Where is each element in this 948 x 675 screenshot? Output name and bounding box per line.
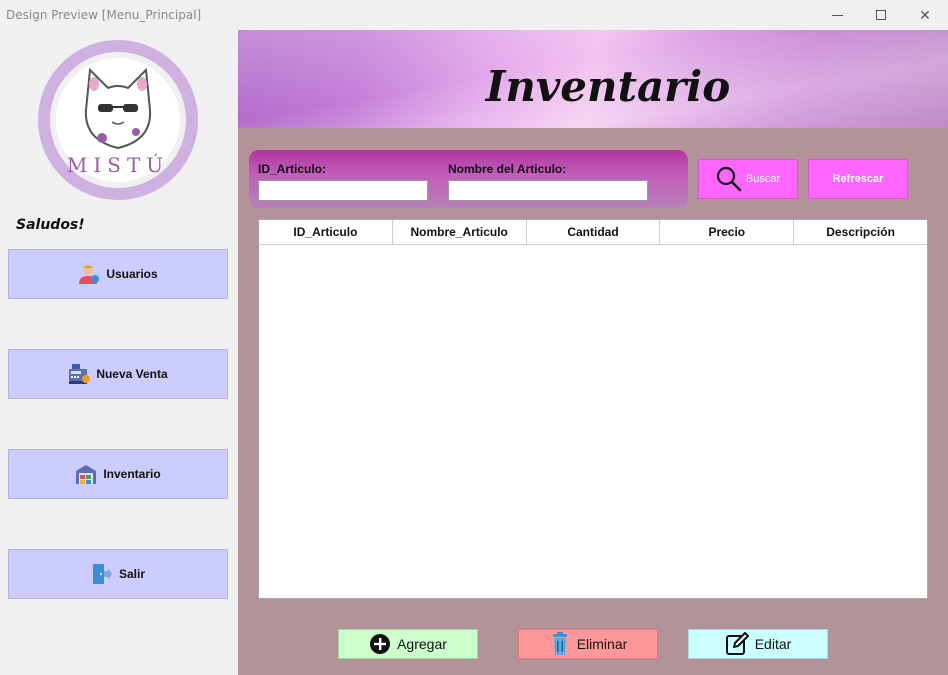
minimize-icon bbox=[831, 14, 843, 16]
sidebar-item-salir[interactable]: Salir bbox=[8, 549, 228, 599]
maximize-icon bbox=[876, 10, 886, 20]
trash-icon bbox=[552, 632, 567, 655]
inventory-table[interactable]: ID_Articulo Nombre_Articulo Cantidad Pre… bbox=[258, 219, 928, 599]
column-header-cantidad[interactable]: Cantidad bbox=[527, 220, 661, 244]
exit-door-icon bbox=[92, 564, 112, 584]
warehouse-icon bbox=[76, 465, 97, 484]
close-icon: ✕ bbox=[919, 6, 931, 23]
sidebar-item-label: Nueva Venta bbox=[96, 367, 168, 381]
sidebar-item-nueva-venta[interactable]: Nueva Venta bbox=[8, 349, 228, 399]
id-articulo-label: ID_Articulo: bbox=[258, 162, 327, 176]
search-icon bbox=[716, 166, 742, 192]
buscar-label: Buscar bbox=[745, 173, 781, 185]
editar-label: Editar bbox=[754, 636, 792, 652]
cash-register-icon bbox=[69, 364, 91, 384]
column-header-id-articulo[interactable]: ID_Articulo bbox=[259, 220, 393, 244]
user-icon bbox=[79, 265, 100, 284]
sidebar-item-inventario[interactable]: Inventario bbox=[8, 449, 228, 499]
sidebar-item-usuarios[interactable]: Usuarios bbox=[8, 249, 228, 299]
header-banner: Inventario bbox=[238, 30, 948, 128]
column-header-precio[interactable]: Precio bbox=[660, 220, 795, 244]
agregar-label: Agregar bbox=[397, 636, 447, 652]
sidebar-item-label: Inventario bbox=[103, 467, 161, 481]
window-title: Design Preview [Menu_Principal] bbox=[6, 8, 202, 22]
nombre-articulo-label: Nombre del Articulo: bbox=[448, 162, 567, 176]
svg-text:MISTÚ: MISTÚ bbox=[67, 152, 169, 177]
page-title: Inventario bbox=[485, 62, 731, 111]
editar-button[interactable]: Editar bbox=[688, 629, 828, 659]
search-panel: ID_Articulo: Nombre del Articulo: bbox=[249, 150, 688, 208]
nombre-articulo-input[interactable] bbox=[448, 180, 648, 201]
minimize-button[interactable] bbox=[815, 0, 859, 30]
edit-icon bbox=[725, 632, 749, 655]
refrescar-button[interactable]: Refrescar bbox=[808, 159, 908, 199]
table-header: ID_Articulo Nombre_Articulo Cantidad Pre… bbox=[259, 220, 927, 245]
refrescar-label: Refrescar bbox=[832, 173, 884, 185]
main-panel: Inventario ID_Articulo: Nombre del Artic… bbox=[238, 30, 948, 675]
maximize-button[interactable] bbox=[859, 0, 903, 30]
column-header-nombre-articulo[interactable]: Nombre_Articulo bbox=[393, 220, 527, 244]
greeting-label: Saludos! bbox=[16, 217, 85, 233]
add-circle-icon bbox=[370, 634, 391, 654]
sidebar-item-label: Usuarios bbox=[106, 267, 158, 281]
buscar-button[interactable]: Buscar bbox=[698, 159, 798, 199]
column-header-descripcion[interactable]: Descripción bbox=[794, 220, 927, 244]
close-button[interactable]: ✕ bbox=[903, 0, 947, 30]
agregar-button[interactable]: Agregar bbox=[338, 629, 478, 659]
eliminar-label: Eliminar bbox=[576, 636, 628, 652]
sidebar-item-label: Salir bbox=[118, 567, 145, 581]
sidebar: MISTÚ Saludos! Usuarios Nueva Venta Inve… bbox=[0, 30, 238, 675]
id-articulo-input[interactable] bbox=[258, 180, 428, 201]
window-titlebar: Design Preview [Menu_Principal] ✕ bbox=[0, 0, 948, 30]
eliminar-button[interactable]: Eliminar bbox=[518, 629, 658, 659]
mistu-logo: MISTÚ bbox=[38, 40, 198, 200]
